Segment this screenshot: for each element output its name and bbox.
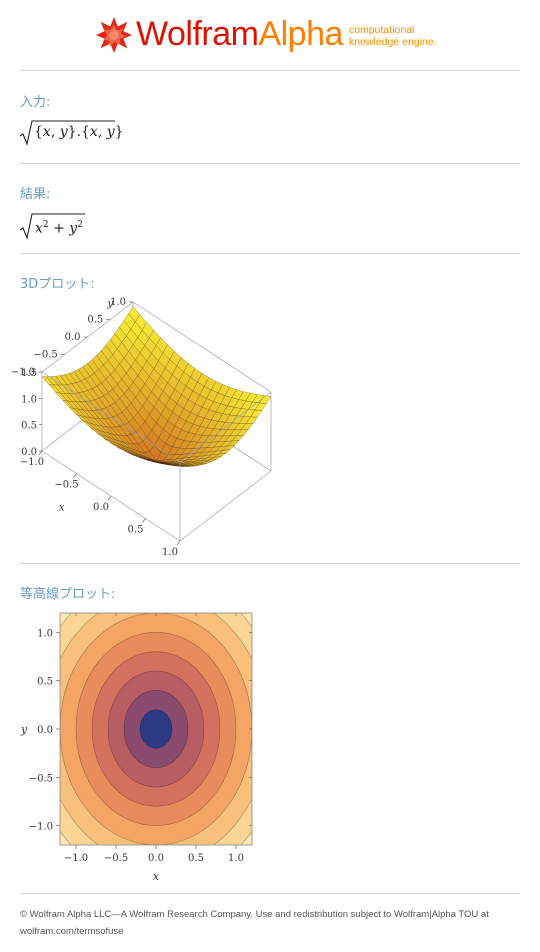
brand-wordmark[interactable]: WolframAlpha (136, 12, 343, 56)
var-x: x (89, 124, 98, 140)
y-tick-label: 0.5 (37, 677, 53, 688)
y-tick-label: 0.0 (37, 725, 53, 736)
var-x: x (35, 220, 43, 237)
comma: , (50, 124, 56, 140)
x-axis-label: x (153, 870, 160, 883)
contour-fills (60, 613, 252, 845)
footer-terms-link[interactable]: wolfram.com/termsofuse (20, 923, 520, 940)
x-tick (38, 450, 43, 456)
x-tick-label: 0.5 (188, 853, 204, 864)
divider (20, 163, 520, 164)
result-expression: x2 + y2 (20, 210, 220, 242)
3d-surface-plot[interactable]: −1.0−0.50.00.51.0x−1.0−0.50.00.51.0y0.00… (11, 296, 278, 558)
y-tick-label: 0.0 (65, 332, 81, 343)
plot3d-pod-title: 3Dプロット: (20, 277, 95, 292)
brand-tagline: computational knowledge engine. (349, 24, 437, 48)
z-tick-label: 0.0 (21, 447, 37, 458)
var-x: x (42, 124, 51, 140)
input-expression: {x, y}.{x, y} (20, 118, 220, 148)
var-y: y (59, 124, 68, 140)
wolfram-spikey-icon (95, 16, 133, 54)
x-tick-label: 0.0 (148, 853, 164, 864)
footer-copyright: © Wolfram Alpha LLC—A Wolfram Research C… (20, 909, 489, 920)
input-math: {x, y}.{x, y} (34, 124, 124, 140)
z-tick-label: 0.5 (21, 421, 37, 432)
x-tick-label: 1.0 (162, 547, 178, 558)
input-pod-title: 入力: (20, 95, 51, 110)
contour-pod-title: 等高線プロット: (20, 587, 116, 602)
comma: , (97, 124, 103, 140)
y-axis-label: y (20, 723, 28, 736)
x-axis-label: x (59, 502, 65, 513)
y-tick-label: −0.5 (33, 350, 57, 361)
exponent: 2 (77, 220, 83, 230)
tagline-line-1: computational (349, 24, 415, 36)
footer: © Wolfram Alpha LLC—A Wolfram Research C… (20, 906, 520, 940)
tagline-line-2: knowledge engine. (349, 36, 437, 48)
plus-sign: + (53, 220, 65, 237)
x-tick (176, 540, 181, 546)
box-edge (179, 470, 272, 542)
brace-open: { (34, 124, 43, 140)
var-y: y (106, 124, 115, 140)
x-tick (142, 518, 146, 523)
divider (20, 893, 520, 894)
x-tick-label: −0.5 (54, 480, 78, 491)
y-tick-label: 1.0 (37, 628, 53, 639)
y-axis-label: y (106, 299, 113, 310)
z-tick-label: 1.0 (21, 394, 37, 405)
x-tick-label: 0.0 (93, 502, 109, 513)
x-tick-label: −0.5 (104, 853, 128, 864)
x-tick-label: −1.0 (64, 853, 88, 864)
y-tick-label: 0.5 (87, 315, 103, 326)
divider (20, 70, 520, 71)
brace-close: } (114, 124, 124, 140)
divider (20, 253, 520, 254)
y-tick-label: −0.5 (29, 773, 53, 784)
x-tick-label: −1.0 (20, 457, 44, 468)
x-tick (73, 473, 77, 478)
contour-line (139, 709, 173, 749)
brand-alpha: Alpha (258, 15, 343, 53)
result-pod-title: 結果: (20, 187, 51, 202)
header: WolframAlpha computational knowledge eng… (0, 0, 540, 70)
divider (20, 563, 520, 564)
x-tick-label: 0.5 (128, 525, 144, 536)
x-tick-label: 1.0 (228, 853, 244, 864)
contour-plot[interactable]: −1.0 −0.5 0.0 0.5 1.0 −1.0 −0.5 0.0 0.5 1.0 x y (15, 605, 275, 885)
exponent: 2 (42, 220, 49, 230)
z-tick-label: 1.5 (21, 368, 37, 379)
result-math: x2 + y2 (35, 220, 83, 237)
x-tick (107, 495, 112, 501)
var-y: y (69, 220, 78, 237)
brand-wolfram: Wolfram (136, 15, 259, 53)
brace-dot-brace: }.{ (67, 124, 90, 140)
y-tick-label: −1.0 (29, 822, 53, 833)
